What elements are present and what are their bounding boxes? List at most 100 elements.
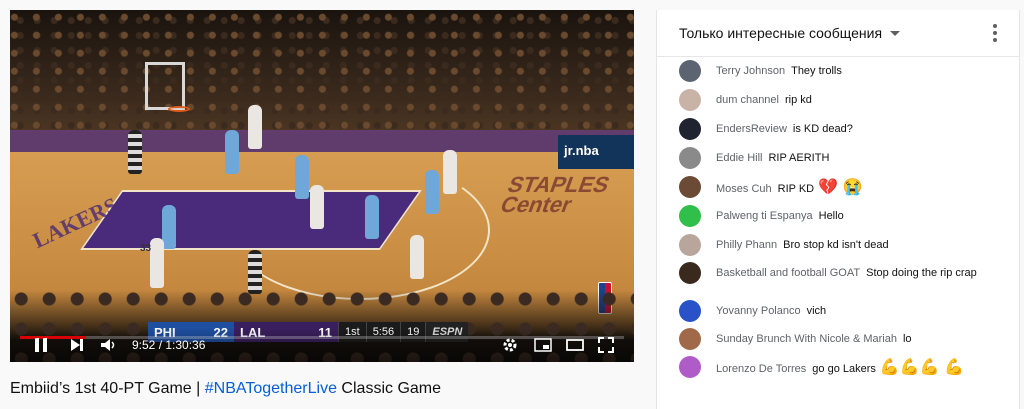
video-title-prefix: Embiid’s 1st 40-PT Game | [10,380,205,397]
chat-author-name[interactable]: dum channel [716,94,779,106]
avatar[interactable] [679,262,701,284]
volume-icon [101,339,115,351]
chat-message-body: Sunday Brunch With Nicole & Mariah lo [716,328,912,347]
miniplayer-icon [534,338,552,352]
chat-message-text: Bro stop kd isn't dead [783,239,889,251]
kebab-dot [993,24,997,28]
volume-button[interactable] [100,336,116,354]
avatar[interactable] [679,60,701,82]
chat-message[interactable]: Palweng ti Espanya Hello [679,205,999,227]
chat-author-name[interactable]: Yovanny Polanco [716,305,801,317]
chat-message[interactable]: Terry Johnson They trolls [679,60,999,82]
fullscreen-button[interactable] [598,336,614,354]
chat-mode-label: Только интересные сообщения [679,25,883,41]
kebab-dot [993,31,997,35]
chat-message-body: Moses Cuh RIP KD 💔 😭 [716,176,862,197]
avatar[interactable] [679,328,701,350]
chat-message[interactable]: Eddie Hill RIP AERITH [679,147,999,169]
backboard [145,62,185,110]
avatar[interactable] [679,234,701,256]
player-figure [225,130,239,174]
chat-author-name[interactable]: Philly Phann [716,239,777,251]
chat-message[interactable]: Basketball and football GOAT Stop doing t… [679,262,999,284]
chat-message-text: lo [902,333,912,345]
chat-author-name[interactable]: Lorenzo De Torres [716,363,806,375]
chat-message[interactable]: Sunday Brunch With Nicole & Mariah lo [679,328,999,350]
chat-mode-dropdown[interactable]: Только интересные сообщения [679,25,901,41]
theater-mode-button[interactable] [566,336,584,354]
theater-icon [566,339,584,351]
chat-message[interactable]: Moses Cuh RIP KD 💔 😭 [679,176,999,198]
court-staples-text: STAPLES Center [496,172,614,217]
chat-author-name[interactable]: Eddie Hill [716,152,762,164]
player-figure [410,235,424,279]
player-figure [162,205,176,249]
jersey-number: 33 [140,243,152,254]
chat-message[interactable]: Yovanny Polanco vich [679,300,999,322]
live-chat-panel: Только интересные сообщения Terry Johnso… [656,10,1020,409]
more-options-button[interactable] [983,20,1007,46]
next-button[interactable] [70,336,84,354]
player-figure [248,105,262,149]
chat-message-text: RIP KD [777,183,815,195]
chat-message-text: They trolls [791,65,842,77]
chat-author-name[interactable]: Terry Johnson [716,65,785,77]
referee-figure [248,250,262,294]
fullscreen-icon [598,337,614,353]
chat-header: Только интересные сообщения [657,10,1019,57]
baseline-band [10,130,634,152]
caret-down-icon [890,30,901,36]
avatar[interactable] [679,118,701,140]
chat-message-body: Palweng ti Espanya Hello [716,205,844,224]
settings-button[interactable] [502,336,518,354]
referee-figure [128,130,142,174]
player-figure [295,155,309,199]
chat-message[interactable]: EndersReview is KD dead? [679,118,999,140]
player-figure [425,170,439,214]
chat-author-name[interactable]: Moses Cuh [716,183,772,195]
chat-message-text: rip kd [785,94,812,106]
chat-author-name[interactable]: Sunday Brunch With Nicole & Mariah [716,333,897,345]
chat-message-body: Terry Johnson They trolls [716,60,842,79]
chat-author-name[interactable]: EndersReview [716,123,787,135]
player-figure [365,195,379,239]
chat-author-name[interactable]: Basketball and football GOAT [716,267,860,279]
chat-message-body: Philly Phann Bro stop kd isn't dead [716,234,889,253]
chat-message-text: is KD dead? [792,123,853,135]
chat-message[interactable]: Philly Phann Bro stop kd isn't dead [679,234,999,256]
avatar[interactable] [679,300,701,322]
avatar[interactable] [679,147,701,169]
player-figure [150,238,164,288]
video-frame: LAKERS STAPLES Center jr.nba 33 [10,10,634,362]
chat-message-body: dum channel rip kd [716,89,812,108]
chat-message-body: Basketball and football GOAT Stop doing t… [716,262,977,281]
video-player[interactable]: LAKERS STAPLES Center jr.nba 33 PHI 22 L… [10,10,634,362]
chat-author-name[interactable]: Palweng ti Espanya [716,210,813,222]
player-figure [310,185,324,229]
avatar[interactable] [679,356,701,378]
hashtag-link[interactable]: #NBATogetherLive [205,380,337,397]
kebab-dot [993,38,997,42]
avatar[interactable] [679,176,701,198]
chat-message-body: EndersReview is KD dead? [716,118,853,137]
chat-message-text: Stop doing the rip crap [866,267,977,279]
chat-message-body: Lorenzo De Torres go go Lakers 💪💪💪 💪 [716,356,964,377]
chat-message-text: go go Lakers [812,363,876,375]
jrnba-sign: jr.nba [558,135,634,169]
avatar[interactable] [679,89,701,111]
chat-emoji: 💔 😭 [818,179,863,196]
chat-message[interactable]: Lorenzo De Torres go go Lakers 💪💪💪 💪 [679,356,999,378]
video-title-suffix: Classic Game [336,380,442,397]
miniplayer-button[interactable] [534,336,552,354]
next-icon [71,339,83,351]
chat-message-text: vich [806,305,827,317]
chat-message-body: Yovanny Polanco vich [716,300,826,319]
player-controls: 9:52 / 1:30:36 [10,328,634,362]
rim [168,106,190,112]
avatar[interactable] [679,205,701,227]
chat-message-body: Eddie Hill RIP AERITH [716,147,829,166]
chat-message-text: RIP AERITH [768,152,830,164]
pause-icon [35,338,47,352]
chat-message[interactable]: dum channel rip kd [679,89,999,111]
pause-button[interactable] [34,336,48,354]
